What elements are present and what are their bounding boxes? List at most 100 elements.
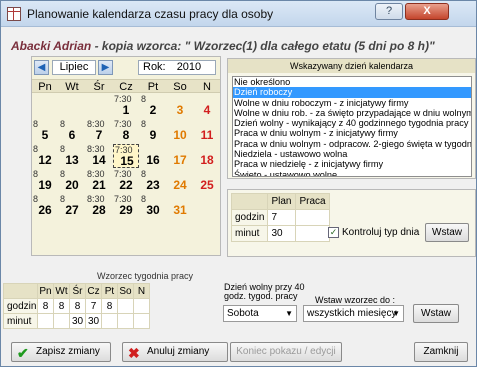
calendar-day[interactable]: 7:30 8: [113, 119, 139, 143]
pattern-godzin-cell[interactable]: 8: [69, 298, 86, 314]
pattern-godzin-cell[interactable]: 8: [37, 298, 54, 314]
calendar-day[interactable]: 3: [167, 94, 193, 118]
day-type-option[interactable]: Dzień roboczy: [233, 87, 471, 98]
pattern-godzin-cell[interactable]: 8: [101, 298, 118, 314]
calendar-day[interactable]: 8:30 7: [86, 119, 112, 143]
weekday-label: Pn: [38, 81, 52, 93]
insert-target-select[interactable]: wszystkich miesięcy ▼: [303, 305, 404, 322]
day-type-option[interactable]: Praca w dniu wolnym - z inicjatywy firmy: [233, 128, 471, 138]
calendar-day[interactable]: 8:30 21: [86, 169, 112, 193]
day-number: 29: [119, 203, 133, 217]
day-type-option[interactable]: Praca w dniu wolnym - odpracow. 2-giego …: [233, 139, 471, 149]
calendar-day[interactable]: 7:30 15: [113, 144, 139, 168]
calendar-day[interactable]: 17: [167, 144, 193, 168]
weekday-label: Cz: [119, 81, 133, 93]
pattern-godzin-cell[interactable]: 8: [53, 298, 70, 314]
calendar-panel: ◀ Lipiec ▶ Rok: 2010 Pn Wt Śr Cz Pt So N 7:30 1…: [31, 56, 221, 256]
month-display: Lipiec: [52, 60, 96, 75]
close-button[interactable]: Zamknij: [414, 342, 468, 362]
godzin-plan-cell[interactable]: 7: [267, 209, 297, 226]
day-type-list[interactable]: Nie określono Dzień roboczy Wolne w dniu r…: [232, 76, 472, 177]
day-type-option[interactable]: Wolne w dniu rob. - za święto przypadają…: [233, 108, 471, 118]
next-month-button[interactable]: ▶: [98, 60, 113, 75]
pattern-godzin-cell[interactable]: [133, 298, 150, 314]
godzin-praca-cell[interactable]: [295, 209, 330, 226]
day-number: 10: [173, 128, 187, 142]
calendar-day[interactable]: 7:30 29: [113, 194, 139, 218]
calendar-day[interactable]: 86: [59, 119, 85, 143]
pattern-day-cell: Wt: [53, 283, 70, 299]
close-window-button[interactable]: X: [405, 3, 449, 20]
prev-month-button[interactable]: ◀: [34, 60, 49, 75]
calendar-day[interactable]: 8:30 28: [86, 194, 112, 218]
calendar-day[interactable]: 8:30 14: [86, 144, 112, 168]
cancel-label: Anuluj zmiany: [147, 346, 210, 357]
title-bar: Planowanie kalendarza czasu pracy dla os…: [1, 1, 476, 27]
day-number: 9: [149, 128, 157, 142]
free-day-label-2: godz. tygod. pracy: [224, 291, 298, 301]
minut-plan-cell[interactable]: 30: [267, 225, 297, 242]
calendar-day[interactable]: 8 12: [32, 144, 58, 168]
calendar-day[interactable]: 82: [140, 94, 166, 118]
calendar-day[interactable]: 11: [194, 119, 220, 143]
pattern-godzin-cell[interactable]: 7: [85, 298, 102, 314]
cancel-button[interactable]: ✖ Anuluj zmiany: [122, 342, 228, 362]
calendar-day[interactable]: 8 26: [32, 194, 58, 218]
plan-insert-button[interactable]: Wstaw: [425, 223, 469, 242]
calendar-day[interactable]: 7:30 1: [113, 94, 139, 118]
day-type-option[interactable]: Dzień wolny - wynikający z 40 godzinnego…: [233, 118, 471, 128]
end-show-button[interactable]: Koniec pokazu / edycji: [230, 342, 342, 362]
free-day-select[interactable]: Sobota ▼: [223, 305, 297, 322]
pattern-insert-button[interactable]: Wstaw: [413, 304, 459, 323]
pattern-minut-cell[interactable]: 30: [85, 313, 102, 329]
checkmark-icon: ✔: [17, 345, 29, 361]
calendar-day[interactable]: 4: [194, 94, 220, 118]
day-number: 13: [65, 153, 79, 167]
pattern-minut-cell[interactable]: [53, 313, 70, 329]
day-number: 16: [146, 153, 160, 167]
help-button[interactable]: ?: [375, 3, 403, 20]
day-type-option[interactable]: Wolne w dniu roboczym - z inicjatywy fir…: [233, 98, 471, 108]
day-type-option[interactable]: Praca w niedzielę - z inicjatywy firmy: [233, 159, 471, 169]
day-type-option[interactable]: Niedziela - ustawowo wolna: [233, 149, 471, 159]
pattern-copy-label: - kopia wzorca: " Wzorzec(1) dla całego …: [94, 39, 435, 53]
plan-corner: [230, 193, 269, 210]
calendar-day[interactable]: 7:30 22: [113, 169, 139, 193]
week-pattern-table: Pn Wt Śr Cz Pt So Ngodzin 8 8 8 7 8 minut 30 30: [3, 283, 150, 329]
control-day-type-checkbox[interactable]: ✓: [328, 227, 339, 238]
pattern-minut-cell[interactable]: [37, 313, 54, 329]
calendar-day[interactable]: 31: [167, 194, 193, 218]
calendar-day[interactable]: 8 30: [140, 194, 166, 218]
calendar-day[interactable]: 25: [194, 169, 220, 193]
minut-label: minut: [230, 225, 269, 242]
save-label: Zapisz zmiany: [36, 346, 100, 357]
calendar-day[interactable]: 18: [194, 144, 220, 168]
calendar-day[interactable]: 8 20: [59, 169, 85, 193]
calendar-day[interactable]: 8 13: [59, 144, 85, 168]
day-number: 27: [65, 203, 79, 217]
day-number: 25: [200, 178, 214, 192]
calendar-day[interactable]: 8 19: [32, 169, 58, 193]
calendar-day[interactable]: 85: [32, 119, 58, 143]
calendar-day: [59, 94, 85, 118]
day-type-option[interactable]: Święto - ustawowo wolne: [233, 170, 471, 176]
calendar-day[interactable]: 10: [167, 119, 193, 143]
godzin-label: godzin: [230, 209, 269, 226]
pattern-minut-cell[interactable]: 30: [69, 313, 86, 329]
calendar-day: [32, 94, 58, 118]
pattern-minut-cell[interactable]: [101, 313, 118, 329]
pattern-minut-cell[interactable]: [117, 313, 134, 329]
employee-name: Abacki Adrian: [11, 39, 92, 53]
calendar-day[interactable]: 16: [140, 144, 166, 168]
pattern-godzin-cell[interactable]: [117, 298, 134, 314]
pattern-minut-cell[interactable]: [133, 313, 150, 329]
save-button[interactable]: ✔ Zapisz zmiany: [11, 342, 111, 362]
calendar-day[interactable]: 24: [167, 169, 193, 193]
day-type-option[interactable]: Nie określono: [233, 77, 471, 87]
calendar-icon: [7, 7, 21, 21]
calendar-day[interactable]: 8 27: [59, 194, 85, 218]
minut-praca-cell[interactable]: [295, 225, 330, 242]
year-value: 2010: [176, 61, 202, 73]
calendar-day[interactable]: 8 23: [140, 169, 166, 193]
calendar-day[interactable]: 89: [140, 119, 166, 143]
